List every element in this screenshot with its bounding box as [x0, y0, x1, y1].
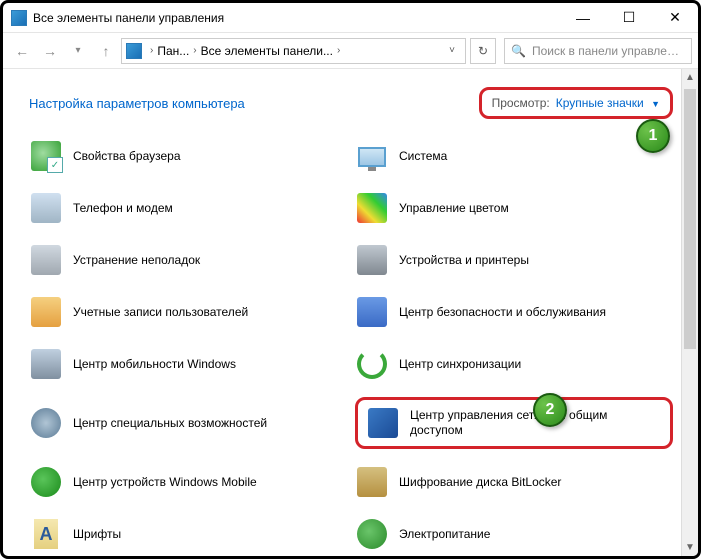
item-internet-options[interactable]: Свойства браузера [29, 137, 347, 175]
control-panel-window: Все элементы панели управления — ☐ ✕ ← →… [0, 0, 701, 559]
item-label: Учетные записи пользователей [73, 305, 248, 320]
breadcrumb-icon [126, 43, 142, 59]
fonts-icon: A [29, 517, 63, 551]
item-label: Устройства и принтеры [399, 253, 529, 268]
close-button[interactable]: ✕ [652, 3, 698, 33]
item-fonts[interactable]: A Шрифты [29, 515, 347, 553]
forward-button[interactable]: → [37, 38, 63, 64]
item-label: Центр устройств Windows Mobile [73, 475, 257, 490]
item-windows-mobile[interactable]: Центр устройств Windows Mobile [29, 463, 347, 501]
item-label: Центр безопасности и обслуживания [399, 305, 606, 320]
power-icon [355, 517, 389, 551]
accessibility-icon [29, 406, 63, 440]
monitor-icon [355, 139, 389, 173]
scroll-up-button[interactable]: ▲ [682, 69, 698, 86]
item-ease-access[interactable]: Центр специальных возможностей [29, 397, 347, 449]
item-security-maintenance[interactable]: Центр безопасности и обслуживания [355, 293, 673, 331]
phone-icon [29, 191, 63, 225]
header-row: Настройка параметров компьютера Просмотр… [29, 87, 673, 119]
breadcrumb-dropdown[interactable]: ˅ [443, 45, 461, 56]
view-label: Просмотр: [492, 96, 550, 110]
item-bitlocker[interactable]: Шифрование диска BitLocker [355, 463, 673, 501]
callout-1: 1 [636, 119, 670, 153]
chevron-right-icon[interactable]: › [189, 45, 200, 56]
item-label: Центр специальных возможностей [73, 416, 267, 431]
search-icon: 🔍 [511, 44, 526, 58]
chevron-down-icon: ▼ [651, 99, 660, 109]
refresh-button[interactable]: ↻ [470, 38, 496, 64]
item-label: Телефон и модем [73, 201, 173, 216]
sync-icon [355, 347, 389, 381]
up-button[interactable]: ↑ [93, 38, 119, 64]
item-user-accounts[interactable]: Учетные записи пользователей [29, 293, 347, 331]
view-selector-highlight: Просмотр: Крупные значки ▼ [479, 87, 673, 119]
window-controls: — ☐ ✕ [560, 3, 698, 33]
globe-icon [29, 139, 63, 173]
item-troubleshooting[interactable]: Устранение неполадок [29, 241, 347, 279]
breadcrumb[interactable]: › Пан... › Все элементы панели... › ˅ [121, 38, 466, 64]
color-icon [355, 191, 389, 225]
lock-icon [355, 465, 389, 499]
titlebar: Все элементы панели управления — ☐ ✕ [3, 3, 698, 33]
item-label: Свойства браузера [73, 149, 181, 164]
content-area: Настройка параметров компьютера Просмотр… [3, 69, 681, 556]
page-title: Настройка параметров компьютера [29, 96, 245, 111]
users-icon [29, 295, 63, 329]
item-label: Устранение неполадок [73, 253, 200, 268]
item-mobility-center[interactable]: Центр мобильности Windows [29, 345, 347, 383]
item-color-management[interactable]: Управление цветом [355, 189, 673, 227]
minimize-button[interactable]: — [560, 3, 606, 33]
mobility-icon [29, 347, 63, 381]
network-icon [366, 406, 400, 440]
item-network-highlight: Центр управления сетями и общим доступом [355, 397, 673, 449]
item-label: Шрифты [73, 527, 121, 542]
recent-button[interactable]: ▾ [65, 38, 91, 64]
item-devices-printers[interactable]: Устройства и принтеры [355, 241, 673, 279]
item-label: Электропитание [399, 527, 490, 542]
devices-icon [29, 465, 63, 499]
item-power-options[interactable]: Электропитание [355, 515, 673, 553]
nav-toolbar: ← → ▾ ↑ › Пан... › Все элементы панели..… [3, 33, 698, 69]
flag-icon [355, 295, 389, 329]
view-value-text: Крупные значки [556, 96, 644, 110]
item-label: Управление цветом [399, 201, 509, 216]
search-input[interactable]: 🔍 Поиск в панели управления [504, 38, 692, 64]
scroll-down-button[interactable]: ▼ [682, 539, 698, 556]
item-network-sharing[interactable]: Центр управления сетями и общим доступом [366, 406, 662, 440]
back-button[interactable]: ← [9, 38, 35, 64]
chevron-right-icon[interactable]: › [333, 45, 344, 56]
view-selector[interactable]: Крупные значки ▼ [556, 96, 660, 110]
items-grid: Свойства браузера Система Телефон и моде… [29, 137, 673, 553]
printer-icon [355, 243, 389, 277]
wrench-icon [29, 243, 63, 277]
item-label: Шифрование диска BitLocker [399, 475, 561, 490]
maximize-button[interactable]: ☐ [606, 3, 652, 33]
item-label: Система [399, 149, 447, 164]
breadcrumb-seg-1[interactable]: Пан... [157, 44, 189, 58]
item-phone-modem[interactable]: Телефон и модем [29, 189, 347, 227]
item-label: Центр синхронизации [399, 357, 521, 372]
scroll-thumb[interactable] [684, 89, 696, 349]
item-sync-center[interactable]: Центр синхронизации [355, 345, 673, 383]
search-placeholder: Поиск в панели управления [532, 44, 685, 58]
content-wrap: Настройка параметров компьютера Просмотр… [3, 69, 698, 556]
window-title: Все элементы панели управления [33, 11, 560, 25]
item-system[interactable]: Система [355, 137, 673, 175]
callout-2: 2 [533, 393, 567, 427]
item-label: Центр мобильности Windows [73, 357, 236, 372]
vertical-scrollbar[interactable]: ▲ ▼ [681, 69, 698, 556]
breadcrumb-seg-2[interactable]: Все элементы панели... [201, 44, 333, 58]
app-icon [11, 10, 27, 26]
chevron-right-icon[interactable]: › [146, 45, 157, 56]
